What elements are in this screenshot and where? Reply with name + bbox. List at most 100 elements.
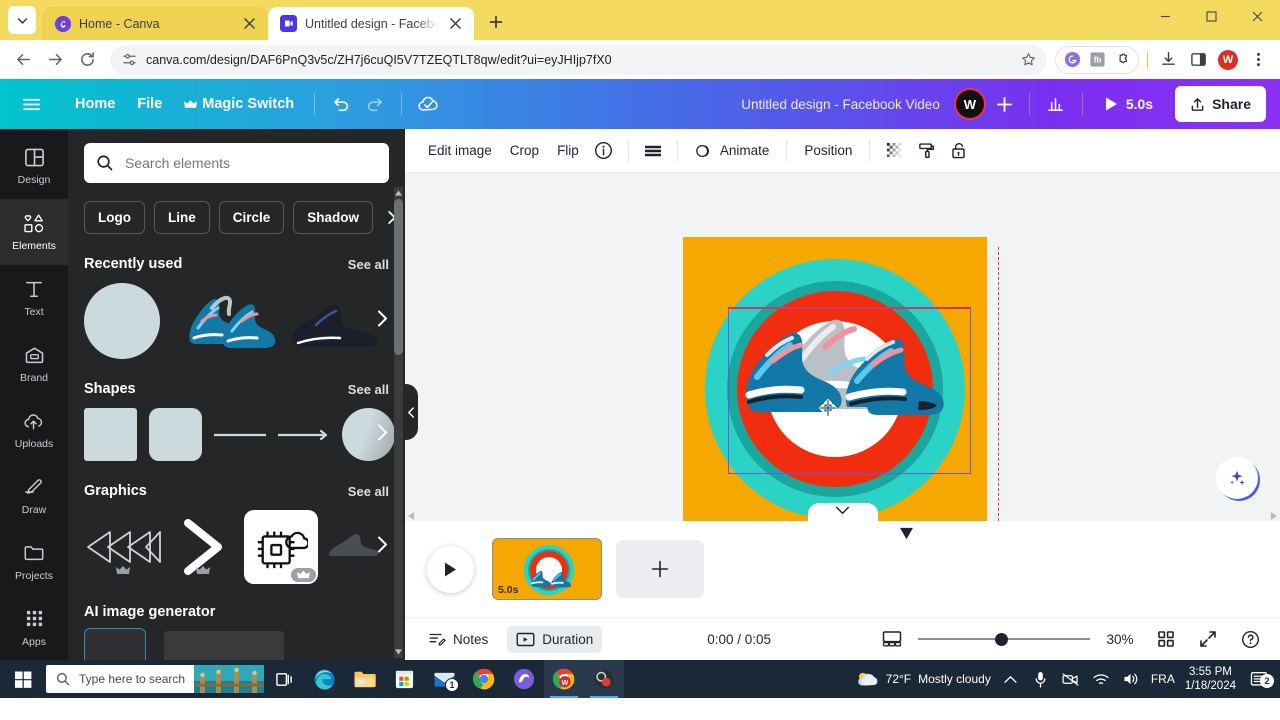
zoom-slider[interactable] <box>918 631 1090 647</box>
side-panel-button[interactable] <box>1184 46 1212 74</box>
preview-play-button[interactable]: 5.0s <box>1092 90 1165 118</box>
play-button[interactable] <box>427 545 474 593</box>
notes-button[interactable]: Notes <box>419 624 497 654</box>
sidebar-item-text[interactable]: Text <box>0 265 68 331</box>
design-canvas[interactable] <box>405 173 1280 521</box>
animate-button[interactable]: Animate <box>686 135 779 167</box>
show-hidden-icons-button[interactable] <box>1001 675 1021 684</box>
graphics-next-arrow[interactable] <box>373 536 391 559</box>
microphone-icon[interactable] <box>1031 671 1051 688</box>
crop-button[interactable]: Crop <box>501 136 548 165</box>
collapse-timeline-button[interactable] <box>807 503 878 521</box>
task-view-button[interactable] <box>264 660 304 698</box>
menu-magic-switch[interactable]: Magic Switch <box>173 89 305 119</box>
avatar[interactable]: W <box>953 88 986 120</box>
page-thumbnail[interactable]: 5.0s <box>492 538 602 600</box>
graphic-rewind-triangles[interactable] <box>84 517 162 577</box>
cloud-saved-button[interactable] <box>411 87 445 121</box>
sidebar-item-elements[interactable]: Elements <box>0 198 68 265</box>
site-settings-icon[interactable] <box>120 52 138 67</box>
chrome-menu-button[interactable] <box>1244 46 1272 74</box>
browser-tab-0[interactable]: Home - Canva <box>42 7 268 40</box>
clock[interactable]: 3:55 PM 1/18/2024 <box>1185 665 1236 693</box>
shapes-next-arrow[interactable] <box>373 423 391 446</box>
shape-line[interactable] <box>214 408 266 461</box>
graphic-shoe-silhouette[interactable] <box>328 517 378 577</box>
alignment-button[interactable] <box>637 135 669 167</box>
chrome-canva-window-button[interactable]: W <box>544 660 584 698</box>
new-tab-button[interactable] <box>482 8 510 36</box>
menu-file[interactable]: File <box>126 89 173 119</box>
share-button[interactable]: Share <box>1175 86 1266 122</box>
file-explorer-button[interactable] <box>344 660 384 698</box>
sidebar-item-apps[interactable]: Apps <box>0 594 68 660</box>
shape-rounded-square[interactable] <box>149 408 202 461</box>
invite-members-button[interactable] <box>990 89 1020 119</box>
collapse-panel-button[interactable] <box>405 384 418 440</box>
extension-badge-icon[interactable]: fb <box>1086 49 1108 71</box>
maximize-button[interactable] <box>1188 0 1234 32</box>
close-window-button[interactable] <box>1234 0 1280 32</box>
graphic-chevron[interactable] <box>172 517 234 577</box>
lock-button[interactable] <box>942 135 974 167</box>
edge-button[interactable] <box>304 660 344 698</box>
selection-box[interactable] <box>728 307 971 474</box>
minimize-button[interactable] <box>1142 0 1188 32</box>
sidebar-item-design[interactable]: Design <box>0 133 68 199</box>
language-indicator[interactable]: FRA <box>1151 672 1175 686</box>
search-input[interactable]: Search elements <box>84 143 389 183</box>
sidebar-item-brand[interactable]: Brand <box>0 331 68 397</box>
redo-button[interactable] <box>358 87 392 121</box>
sidebar-item-uploads[interactable]: Uploads <box>0 397 68 463</box>
duration-button[interactable]: Duration <box>507 625 603 653</box>
notifications-button[interactable]: 2 <box>1246 671 1274 688</box>
profile-button[interactable]: W <box>1214 46 1242 74</box>
ai-assistant-button[interactable] <box>1218 459 1256 497</box>
pill-logo[interactable]: Logo <box>84 201 145 234</box>
shape-square[interactable] <box>84 408 137 461</box>
scroll-down-arrow-icon[interactable] <box>394 646 403 658</box>
reload-button[interactable] <box>72 45 102 75</box>
obs-button[interactable] <box>584 660 624 698</box>
grid-view-button[interactable] <box>1150 623 1182 655</box>
downloads-button[interactable] <box>1154 46 1182 74</box>
main-menu-button[interactable] <box>14 87 48 121</box>
pill-shadow[interactable]: Shadow <box>293 201 374 234</box>
position-button[interactable]: Position <box>795 136 861 165</box>
element-thumb-shoes-blue[interactable] <box>172 283 276 359</box>
tab-search-button[interactable] <box>8 6 36 34</box>
toggle-timeline-button[interactable] <box>876 623 908 655</box>
playhead-marker[interactable] <box>899 527 914 545</box>
ai-generator-tile[interactable] <box>84 628 146 660</box>
taskbar-search[interactable]: Type here to search <box>46 665 264 693</box>
insights-button[interactable] <box>1039 87 1073 121</box>
design-title[interactable]: Untitled design - Facebook Video <box>741 97 940 112</box>
scroll-left-arrow-icon[interactable] <box>408 511 415 520</box>
chrome-button[interactable] <box>464 660 504 698</box>
copilot-button[interactable] <box>504 660 544 698</box>
mail-button[interactable]: 1 <box>424 660 464 698</box>
pill-line[interactable]: Line <box>154 201 210 234</box>
ai-generator-tile-2[interactable] <box>164 631 284 660</box>
help-button[interactable] <box>1234 623 1266 655</box>
volume-icon[interactable] <box>1121 672 1141 686</box>
artboard[interactable] <box>683 237 999 521</box>
see-all-link[interactable]: See all <box>348 257 389 272</box>
camera-off-icon[interactable] <box>1061 672 1081 686</box>
undo-button[interactable] <box>324 87 358 121</box>
add-page-button[interactable] <box>616 540 704 598</box>
panel-scrollbar[interactable] <box>394 187 403 658</box>
close-icon[interactable] <box>446 15 464 33</box>
copy-style-button[interactable] <box>910 135 942 167</box>
browser-tab-1[interactable]: Untitled design - Facebook Vide <box>268 7 474 40</box>
sidebar-item-draw[interactable]: Draw <box>0 462 68 528</box>
flip-button[interactable]: Flip <box>548 136 588 165</box>
back-button[interactable] <box>8 45 38 75</box>
scrollbar-thumb[interactable] <box>394 199 403 355</box>
see-all-link[interactable]: See all <box>348 382 389 397</box>
pill-circle[interactable]: Circle <box>218 201 285 234</box>
start-button[interactable] <box>0 660 46 698</box>
graphic-chip-cloud[interactable] <box>244 510 318 584</box>
close-icon[interactable] <box>240 15 258 33</box>
shape-arrow[interactable] <box>278 408 330 461</box>
